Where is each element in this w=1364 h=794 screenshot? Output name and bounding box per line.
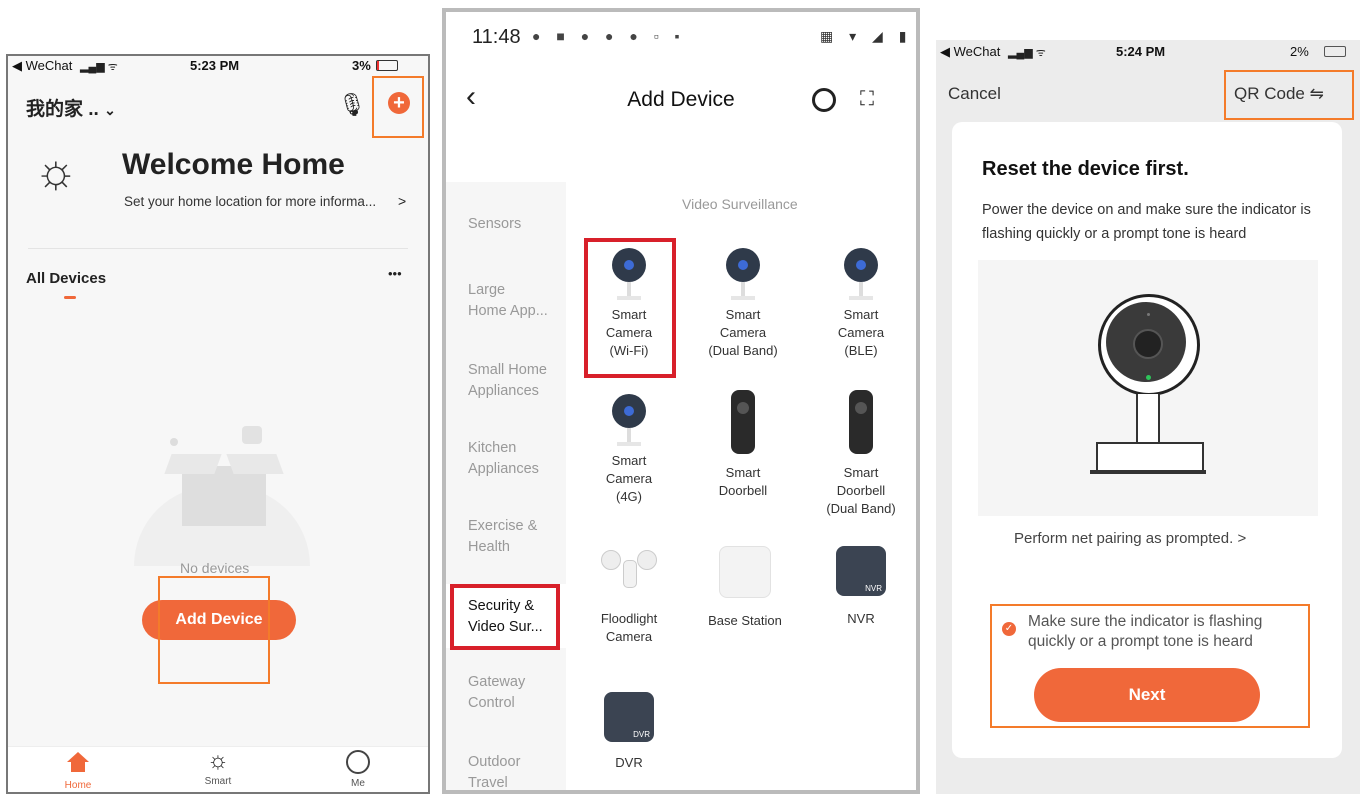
category-gateway[interactable]: Gateway Control [468, 672, 525, 714]
page-title: Add Device [627, 88, 735, 111]
welcome-subtitle[interactable]: Set your home location for more informa.… [124, 194, 376, 209]
home-icon [67, 752, 89, 772]
sun-icon: ☼ [34, 145, 78, 198]
device-label: DVR [615, 755, 643, 770]
security-category-highlight [450, 584, 560, 650]
panel-add-device: 11:48 ● ■ ● ● ● ▫ ▪ ▦ ▾ ◢ ▮ ‹ Add Device… [442, 8, 920, 794]
category-outdoor[interactable]: Outdoor Travel [468, 752, 520, 790]
tab-indicator [64, 296, 76, 299]
empty-box-illustration [134, 426, 310, 566]
confirm-next-highlight [990, 604, 1310, 728]
microphone-icon[interactable]: 🎙 [338, 92, 366, 118]
reset-title: Reset the device first. [982, 158, 1189, 180]
home-tab[interactable]: Home [58, 752, 98, 791]
device-smart-doorbell[interactable]: Smart Doorbell [698, 390, 788, 524]
no-devices-text: No devices [180, 560, 250, 576]
chevron-down-icon: ⌄ [104, 102, 116, 118]
category-kitchen[interactable]: Kitchen Appliances [468, 438, 539, 480]
category-exercise[interactable]: Exercise & Health [468, 516, 537, 558]
dvr-tag: DVR [633, 730, 650, 739]
chevron-right-icon[interactable]: > [398, 193, 406, 209]
device-smart-doorbell-dual-band[interactable]: Smart Doorbell (Dual Band) [812, 390, 910, 524]
device-smart-camera-dual-band[interactable]: Smart Camera (Dual Band) [698, 242, 788, 376]
signal-icon: ▂▄▆ ᯤ [1008, 47, 1046, 59]
battery-icon [1324, 46, 1346, 57]
camera-icon [612, 394, 646, 428]
camera-neck [1136, 394, 1160, 444]
device-label: Floodlight Camera [600, 611, 658, 644]
status-time: 5:23 PM [190, 58, 240, 73]
doorbell-icon [849, 390, 873, 454]
category-sensors[interactable]: Sensors [468, 214, 521, 235]
qr-code-highlight [1224, 70, 1354, 120]
device-label: Base Station [708, 613, 782, 628]
device-label: Smart Camera (BLE) [837, 307, 885, 358]
category-large-home[interactable]: Large Home App... [468, 280, 548, 322]
camera-head [1098, 294, 1200, 396]
smart-camera-wifi-highlight [584, 238, 676, 378]
status-battery: 2% [1290, 44, 1309, 59]
status-battery: 3% [352, 58, 371, 73]
device-label: Smart Camera (4G) [605, 453, 653, 504]
device-label: Smart Camera (Dual Band) [708, 307, 778, 358]
home-title: 我的家 .. [26, 99, 99, 120]
device-smart-camera-ble[interactable]: Smart Camera (BLE) [816, 242, 906, 376]
add-icon-highlight [372, 76, 424, 138]
user-icon [346, 750, 370, 774]
scan-nearby-icon[interactable] [812, 88, 836, 112]
sun-outline-icon: ☼ [207, 747, 229, 774]
smart-tab[interactable]: ☼ Smart [198, 747, 238, 788]
doorbell-icon [731, 390, 755, 454]
status-time: 5:24 PM [1116, 44, 1166, 59]
device-dvr[interactable]: DVR DVR [586, 692, 672, 782]
floodlight-icon [599, 546, 659, 590]
back-icon[interactable]: ‹ [466, 80, 476, 114]
tab-label-smart: Smart [204, 776, 232, 787]
me-tab[interactable]: Me [338, 750, 378, 789]
status-carrier: ◀ WeChat [940, 44, 1001, 59]
qr-scan-icon[interactable]: ⛶ [860, 88, 882, 110]
camera-icon [726, 248, 760, 282]
signal-icon: ▂▄▆ ᯤ [80, 61, 118, 73]
category-small-home[interactable]: Small Home Appliances [468, 360, 547, 402]
notification-icons: ● ■ ● ● ● ▫ ▪ [532, 28, 686, 44]
device-nvr[interactable]: NVR NVR [816, 546, 906, 656]
more-icon[interactable]: ••• [388, 266, 402, 281]
tab-all-devices[interactable]: All Devices [26, 270, 106, 287]
system-status-icons: ▦ ▾ ◢ ▮ [820, 28, 913, 44]
device-floodlight-camera[interactable]: Floodlight Camera [586, 546, 672, 656]
device-smart-camera-4g[interactable]: Smart Camera (4G) [586, 390, 672, 524]
add-device-highlight [158, 576, 270, 684]
camera-icon [844, 248, 878, 282]
battery-icon [376, 60, 398, 71]
reset-description: Power the device on and make sure the in… [982, 202, 1311, 242]
panel-reset-device: ◀ WeChat ▂▄▆ ᯤ 5:24 PM 2% Cancel QR Code… [936, 40, 1360, 794]
net-pairing-link[interactable]: Perform net pairing as prompted. > [1014, 530, 1246, 547]
tab-label-home: Home [64, 780, 92, 791]
panel-home: ◀ WeChat ▂▄▆ ᯤ 5:23 PM 3% 我的家 .. ⌄ 🎙 + ☼… [6, 54, 430, 794]
device-label: Smart Doorbell [718, 465, 768, 498]
device-base-station[interactable]: Base Station [698, 546, 792, 656]
nvr-icon: NVR [836, 546, 886, 596]
cancel-button[interactable]: Cancel [948, 84, 1001, 104]
base-station-icon [719, 546, 771, 598]
welcome-title: Welcome Home [122, 148, 345, 181]
section-title: Video Surveillance [682, 196, 798, 212]
camera-illustration [978, 260, 1318, 516]
home-selector[interactable]: 我的家 .. ⌄ [26, 94, 116, 121]
dvr-icon: DVR [604, 692, 654, 742]
status-carrier: ◀ WeChat [12, 58, 73, 73]
divider [28, 248, 408, 249]
tab-label-me: Me [351, 778, 365, 789]
nvr-tag: NVR [865, 584, 882, 593]
device-label: NVR [847, 611, 875, 626]
device-label: Smart Doorbell (Dual Band) [826, 465, 896, 516]
status-time: 11:48 [472, 26, 521, 48]
